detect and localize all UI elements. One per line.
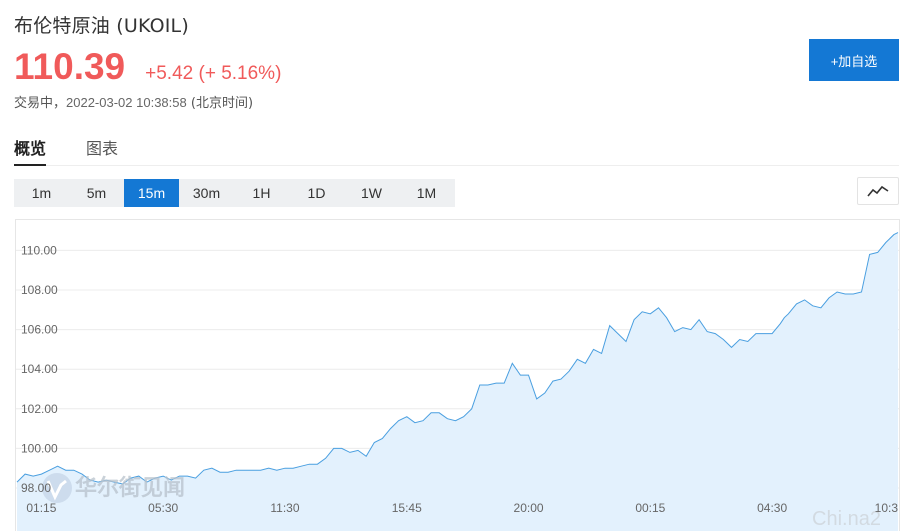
x-tick-label: 20:00 [514, 501, 544, 515]
x-tick-label: 10:3 [875, 501, 899, 515]
last-price: 110.39 [14, 46, 126, 87]
period-1m[interactable]: 1m [14, 179, 69, 207]
period-1mo[interactable]: 1M [399, 179, 454, 207]
line-chart-icon [867, 185, 889, 197]
period-1w[interactable]: 1W [344, 179, 399, 207]
add-to-watchlist-button[interactable]: +加自选 [809, 39, 899, 81]
price-chart[interactable]: 华尔街见闻 Chi.na2 98.00 100.00 102.00 104.00 106… [15, 219, 900, 531]
period-1d[interactable]: 1D [289, 179, 344, 207]
x-tick-label: 15:45 [392, 501, 422, 515]
y-tick-label: 98.00 [21, 481, 51, 495]
tab-overview[interactable]: 概览 [14, 133, 47, 166]
period-5m[interactable]: 5m [69, 179, 124, 207]
y-tick-label: 100.00 [21, 441, 58, 455]
x-tick-label: 01:15 [26, 501, 56, 515]
period-1h[interactable]: 1H [234, 179, 289, 207]
trade-status: 交易中，2022-03-02 10:38:58 (北京时间) [14, 92, 253, 111]
y-tick-label: 104.00 [21, 362, 58, 376]
x-tick-label: 05:30 [148, 501, 178, 515]
chart-type-button[interactable] [857, 177, 899, 205]
y-tick-label: 110.00 [21, 243, 57, 257]
quote-timestamp: 2022-03-02 10:38:58 [66, 95, 187, 110]
x-tick-label: 00:15 [635, 501, 665, 515]
y-tick-label: 108.00 [21, 283, 58, 297]
watermark-corner-text: Chi.na2 [812, 508, 881, 530]
y-tick-label: 106.00 [21, 323, 58, 337]
y-axis-labels: 98.00 100.00 102.00 104.00 106.00 108.00 110.0… [21, 243, 58, 495]
x-tick-label: 11:30 [270, 501, 299, 515]
timezone-label: (北京时间) [186, 96, 254, 111]
tab-bar: 概览 图表 [14, 133, 899, 166]
price-row: 110.39 +5.42 (+ 5.16%) [14, 46, 281, 88]
trading-status-label: 交易中， [14, 96, 67, 111]
x-tick-label: 04:30 [757, 501, 787, 515]
tab-chart[interactable]: 图表 [86, 133, 118, 166]
watermark-text: 华尔街见闻 [75, 475, 185, 501]
price-chart-svg: 华尔街见闻 Chi.na2 98.00 100.00 102.00 104.00 106… [15, 219, 900, 531]
period-selector: 1m 5m 15m 30m 1H 1D 1W 1M [14, 179, 455, 207]
price-change: +5.42 (+ 5.16%) [145, 63, 282, 84]
y-tick-label: 102.00 [21, 402, 58, 416]
period-30m[interactable]: 30m [179, 179, 234, 207]
period-15m[interactable]: 15m [124, 179, 179, 207]
instrument-title: 布伦特原油 (UKOIL) [14, 15, 189, 37]
